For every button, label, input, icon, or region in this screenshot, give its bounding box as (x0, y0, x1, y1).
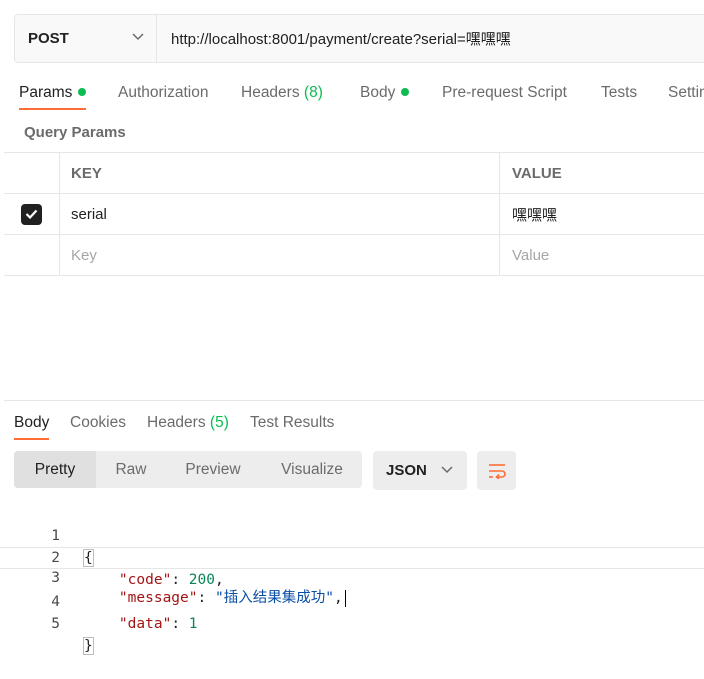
param-value-input[interactable]: 嘿嘿嘿 (501, 194, 704, 234)
code-line-5: 5 } (0, 591, 704, 655)
response-tabs: Body Cookies Headers (5) Test Results (0, 410, 704, 440)
code-line-4: 4 "data": 1 (0, 569, 704, 632)
params-header-checkbox-cell (4, 153, 60, 193)
view-mode-preview[interactable]: Preview (172, 451, 254, 488)
view-mode-raw[interactable]: Raw (96, 451, 166, 488)
new-param-key-input[interactable]: Key (60, 235, 500, 275)
tab-tests-label: Tests (601, 84, 638, 101)
tab-authorization[interactable]: Authorization (118, 80, 208, 108)
line-number: 5 (51, 616, 60, 632)
tab-settings[interactable]: Settin (668, 80, 704, 108)
view-mode-visualize[interactable]: Visualize (266, 451, 358, 488)
method-select[interactable]: POST (15, 15, 157, 62)
table-row-empty: Key Value (4, 235, 704, 276)
view-mode-segmented: Pretty Raw Preview Visualize (14, 451, 362, 488)
param-value-text: 嘿嘿嘿 (512, 206, 558, 224)
view-mode-pretty[interactable]: Pretty (14, 451, 96, 488)
tab-body[interactable]: Body (360, 80, 410, 108)
params-header-value: VALUE (512, 164, 562, 182)
param-empty-checkbox-cell (4, 235, 60, 275)
url-text: http://localhost:8001/payment/create?ser… (171, 31, 511, 48)
format-select[interactable]: JSON (373, 451, 467, 490)
table-row: serial 嘿嘿嘿 (4, 194, 704, 235)
params-header-row: KEY VALUE (4, 153, 704, 194)
params-header-key: KEY (60, 153, 500, 193)
response-tab-cookies-label: Cookies (70, 414, 126, 431)
chevron-down-icon (441, 466, 453, 474)
response-tab-test-results-label: Test Results (250, 414, 335, 431)
close-brace: } (83, 637, 94, 655)
response-tab-cookies[interactable]: Cookies (70, 410, 126, 438)
tab-tests[interactable]: Tests (601, 80, 637, 108)
param-key-text: serial (71, 205, 107, 223)
tab-params-label: Params (19, 84, 73, 101)
query-params-title: Query Params (24, 124, 126, 141)
tab-authorization-label: Authorization (118, 84, 209, 101)
code-line-2: 2 "code": 200, (0, 525, 704, 588)
request-tabs: Params Authorization Headers (8) Body Pr… (0, 80, 704, 110)
tab-headers[interactable]: Headers (8) (241, 80, 323, 108)
response-tab-test-results[interactable]: Test Results (250, 410, 334, 438)
response-tab-body-label: Body (14, 414, 50, 431)
request-bar: POST http://localhost:8001/payment/creat… (14, 14, 704, 63)
response-tab-headers[interactable]: Headers (5) (147, 410, 229, 438)
response-tab-headers-label: Headers (147, 414, 206, 431)
params-indicator-dot (78, 87, 87, 96)
checkmark-icon (25, 209, 38, 219)
tab-headers-label: Headers (241, 84, 300, 101)
response-divider (4, 400, 704, 401)
tab-pre-request-script-label: Pre-request Script (442, 84, 567, 101)
body-indicator-dot (401, 87, 410, 96)
key-placeholder: Key (71, 246, 97, 264)
tab-headers-count: (8) (303, 84, 323, 101)
json-value-data: 1 (188, 616, 198, 632)
format-label: JSON (386, 462, 427, 479)
json-key-data: "data" (118, 616, 172, 632)
chevron-down-icon (132, 33, 144, 41)
code-line-3: 3 "message": "插入结果集成功", (0, 547, 704, 607)
new-param-value-input[interactable]: Value (501, 235, 704, 275)
text-wrap-icon (488, 463, 506, 479)
wrap-lines-button[interactable] (477, 451, 516, 490)
params-table: KEY VALUE serial 嘿嘿嘿 Key Value (4, 152, 704, 277)
tab-pre-request-script[interactable]: Pre-request Script (442, 80, 567, 108)
param-key-input[interactable]: serial (60, 194, 500, 234)
tab-params[interactable]: Params (19, 80, 87, 110)
value-placeholder: Value (512, 246, 550, 264)
method-label: POST (28, 30, 69, 47)
response-tab-headers-count: (5) (209, 414, 229, 431)
tab-body-label: Body (360, 84, 396, 101)
tab-settings-label: Settin (668, 84, 704, 101)
url-input[interactable]: http://localhost:8001/payment/create?ser… (157, 15, 704, 62)
response-tab-body[interactable]: Body (14, 410, 50, 440)
param-enable-cell (4, 194, 60, 234)
param-enabled-checkbox[interactable] (21, 203, 42, 225)
code-line-1: 1 { (0, 503, 704, 567)
